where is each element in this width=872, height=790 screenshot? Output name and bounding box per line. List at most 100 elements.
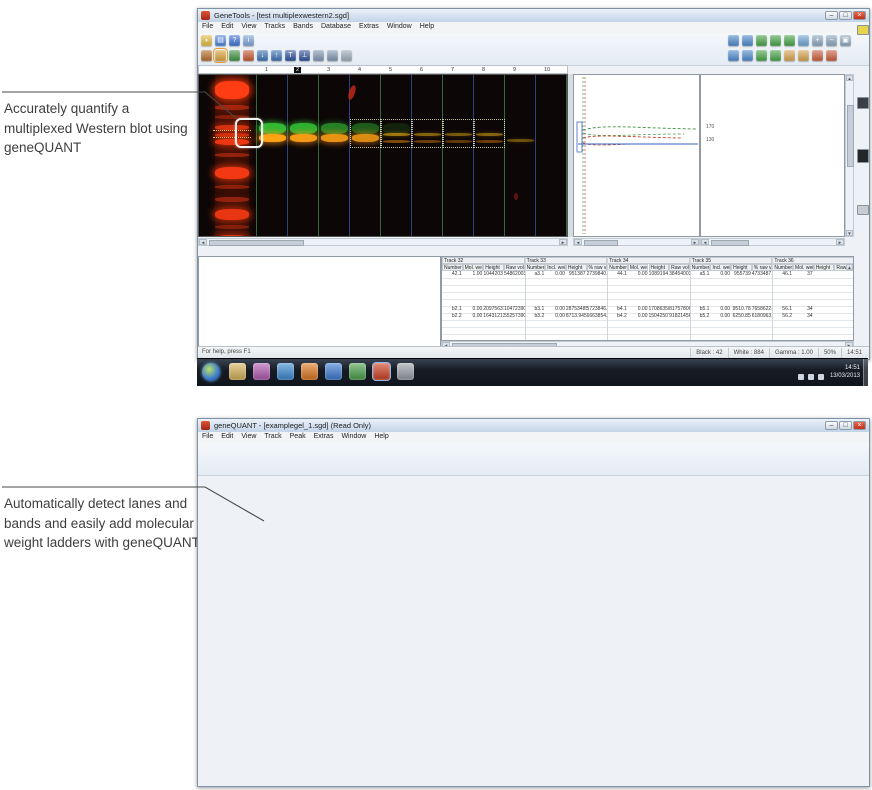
scroll-thumb[interactable] [209,240,304,246]
scroll-up-arrow[interactable]: ▲ [846,75,853,81]
profile-view-icon-2[interactable] [742,35,753,46]
scroll-thumb[interactable] [847,105,854,167]
band-detect-icon[interactable] [229,50,240,61]
menu-database[interactable]: Database [317,22,355,31]
menu-window[interactable]: Window [383,22,416,31]
labels-hscrollbar[interactable]: ◄► [700,238,845,246]
start-button[interactable] [202,363,220,381]
blot-image-panel[interactable] [198,74,568,237]
insert-band-icon[interactable]: ↓ [257,50,268,61]
stamp-icon-1[interactable] [313,50,324,61]
menu-peak[interactable]: Peak [286,432,310,441]
show-desktop-button[interactable] [863,359,868,386]
anchor-tool-icon[interactable]: ⊥ [299,50,310,61]
maximize-button[interactable]: □ [839,11,852,20]
graphs-vscrollbar[interactable]: ▲▼ [845,74,854,237]
tray-volume-icon[interactable] [818,374,824,380]
track-label-7[interactable]: 7 [449,67,456,73]
zoom-in-icon[interactable]: + [812,35,823,46]
report-icon-2[interactable] [826,50,837,61]
maximize-button[interactable]: □ [839,421,852,430]
track-label-6[interactable]: 6 [418,67,425,73]
camera-icon[interactable] [857,97,869,109]
menu-edit[interactable]: Edit [217,432,237,441]
menu-extras[interactable]: Extras [355,22,383,31]
minimize-button[interactable]: – [825,421,838,430]
menu-edit[interactable]: Edit [217,22,237,31]
green-app-icon[interactable] [349,363,366,380]
report-icon[interactable] [812,50,823,61]
columns-icon[interactable] [784,50,795,61]
table-scroll-up[interactable]: ▲ [846,264,853,270]
mw-label-panel[interactable]: 170130 [700,74,845,237]
band-edit-icon[interactable] [243,50,254,61]
office-app-icon[interactable] [301,363,318,380]
track-label-8[interactable]: 8 [480,67,487,73]
open-icon[interactable]: ◗ [201,35,212,46]
quantity-calib-icon[interactable] [756,35,767,46]
edit-lanes-icon[interactable] [728,50,739,61]
menu-view[interactable]: View [237,432,260,441]
info-icon[interactable]: i [243,35,254,46]
scroll-left-arrow[interactable]: ◄ [701,239,709,245]
track-label-5[interactable]: 5 [387,67,394,73]
tray-up-arrow-icon[interactable] [798,374,804,380]
scroll-thumb[interactable] [711,240,749,246]
internet-explorer-icon[interactable] [277,363,294,380]
save-icon[interactable]: ▤ [215,35,226,46]
scroll-left-arrow[interactable]: ◄ [574,239,582,245]
network-app-icon[interactable] [325,363,342,380]
columns-icon-2[interactable] [798,50,809,61]
scroll-thumb[interactable] [584,240,618,246]
edit-bands-icon[interactable] [742,50,753,61]
tray-network-icon[interactable] [808,374,814,380]
quantity-calib-icon-2[interactable] [770,35,781,46]
scroll-right-arrow[interactable]: ► [559,239,567,245]
track-label-1[interactable]: 1 [263,67,270,73]
track-label-2[interactable]: 2 [294,67,301,73]
title-bar[interactable]: GeneTools - [test multiplexwestern2.sgd]… [198,9,869,23]
stamp-icon-3[interactable] [341,50,352,61]
scroll-right-arrow[interactable]: ► [691,239,699,245]
taskbar-clock[interactable]: 14:5113/03/2013 [830,364,860,380]
scroll-left-arrow[interactable]: ◄ [199,239,207,245]
lane-tool-icon[interactable] [201,50,212,61]
zoom-out-icon[interactable]: − [826,35,837,46]
menu-tracks[interactable]: Tracks [260,22,289,31]
scroll-down-arrow[interactable]: ▼ [846,230,853,236]
track-label-10[interactable]: 10 [542,67,552,73]
help-icon[interactable]: ? [229,35,240,46]
genetools-app-icon[interactable] [373,363,390,380]
close-button[interactable]: × [853,421,866,430]
track-grid-icon[interactable] [215,50,226,61]
menu-view[interactable]: View [237,22,260,31]
mw-calib-icon[interactable] [784,35,795,46]
menu-file[interactable]: File [198,432,217,441]
chart-icon[interactable] [756,50,767,61]
layout-icon[interactable] [798,35,809,46]
menu-track[interactable]: Track [260,432,285,441]
table-row[interactable] [442,334,854,341]
menu-help[interactable]: Help [416,22,438,31]
profile-hscrollbar[interactable]: ◄► [573,238,700,246]
chart-icon-2[interactable] [770,50,781,61]
image-thumb-icon[interactable] [857,149,869,163]
explorer-icon[interactable] [229,363,246,380]
track-label-9[interactable]: 9 [511,67,518,73]
menu-help[interactable]: Help [370,432,392,441]
track-label-4[interactable]: 4 [356,67,363,73]
zoom-area-icon[interactable]: ▣ [840,35,851,46]
recycle-app-icon[interactable] [397,363,414,380]
track-label-3[interactable]: 3 [325,67,332,73]
thumbnail-strip-icon[interactable] [857,25,869,35]
blot-hscrollbar[interactable]: ◄► [198,238,568,246]
stamp-icon-2[interactable] [327,50,338,61]
menu-bands[interactable]: Bands [289,22,317,31]
menu-file[interactable]: File [198,22,217,31]
scroll-right-arrow[interactable]: ► [836,239,844,245]
close-button[interactable]: × [853,11,866,20]
minimize-button[interactable]: – [825,11,838,20]
menu-window[interactable]: Window [337,432,370,441]
profile-graph-panel[interactable] [573,74,700,237]
delete-band-icon[interactable]: ↑ [271,50,282,61]
